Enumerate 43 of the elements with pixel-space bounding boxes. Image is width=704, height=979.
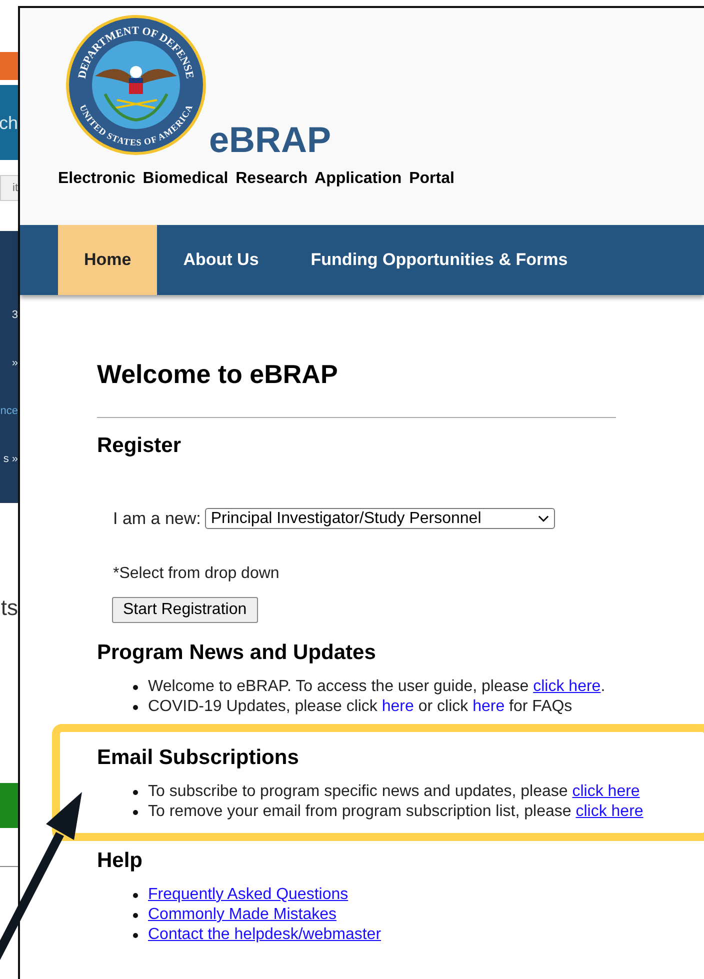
- section-heading: Email Subscriptions: [97, 746, 300, 770]
- text-link[interactable]: here: [472, 698, 505, 715]
- menu-item[interactable]: 3: [12, 310, 18, 320]
- site-title: eBRAP: [209, 122, 332, 158]
- page-heading: Welcome to eBRAP: [97, 359, 339, 390]
- text-link[interactable]: click here: [576, 803, 644, 820]
- help-link[interactable]: Commonly Made Mistakes: [148, 905, 336, 925]
- menu-item[interactable]: nce: [0, 406, 18, 416]
- bullet-icon: [133, 684, 138, 690]
- bullet-icon: [133, 810, 138, 814]
- bullet-icon: [133, 704, 138, 710]
- chevron-icon: [538, 514, 549, 522]
- menu-item[interactable]: »: [12, 358, 18, 368]
- list-text: To subscribe to program specific news and updates, please click here: [148, 782, 640, 802]
- text-link[interactable]: here: [382, 698, 414, 715]
- action-button[interactable]: [0, 783, 18, 828]
- nav-tab[interactable]: About Us: [157, 225, 285, 295]
- nav-tab[interactable]: Home: [58, 225, 158, 295]
- help-link[interactable]: Contact the helpdesk/webmaster: [148, 925, 382, 945]
- input-field[interactable]: it: [0, 175, 18, 201]
- list-text: COVID-19 Updates, please click here or click here for FAQs: [148, 697, 572, 717]
- nav-tab[interactable]: Funding Opportunities & Forms: [284, 225, 594, 295]
- bullet-icon: [133, 932, 138, 938]
- role-dropdown[interactable]: Principal Investigator/Study Personnel: [204, 508, 555, 529]
- field-label: I am a new:: [113, 508, 201, 528]
- list-text: To remove your email from program subscription list, please click here: [148, 802, 644, 822]
- section-heading: Program News and Updates: [97, 641, 377, 665]
- heading-text: ts: [0, 597, 18, 619]
- banner-text: ch: [0, 114, 18, 132]
- accent-bar: [0, 52, 18, 80]
- menu-item[interactable]: s »: [3, 454, 18, 464]
- bullet-icon: [133, 892, 138, 898]
- hint-text: *Select from drop down: [113, 565, 280, 583]
- text-link[interactable]: click here: [572, 783, 640, 800]
- help-link[interactable]: Frequently Asked Questions: [148, 885, 348, 905]
- bullet-icon: [133, 790, 138, 794]
- bullet-icon: [133, 912, 138, 918]
- start-registration-button[interactable]: Start Registration: [112, 597, 258, 623]
- section-heading: Help: [97, 849, 144, 873]
- list-text: Welcome to eBRAP. To access the user guide, please click here.: [148, 677, 606, 697]
- text-link[interactable]: click here: [533, 678, 601, 695]
- section-heading: Register: [97, 434, 182, 458]
- site-subtitle: Electronic Biomedical Research Application Portal: [58, 170, 456, 188]
